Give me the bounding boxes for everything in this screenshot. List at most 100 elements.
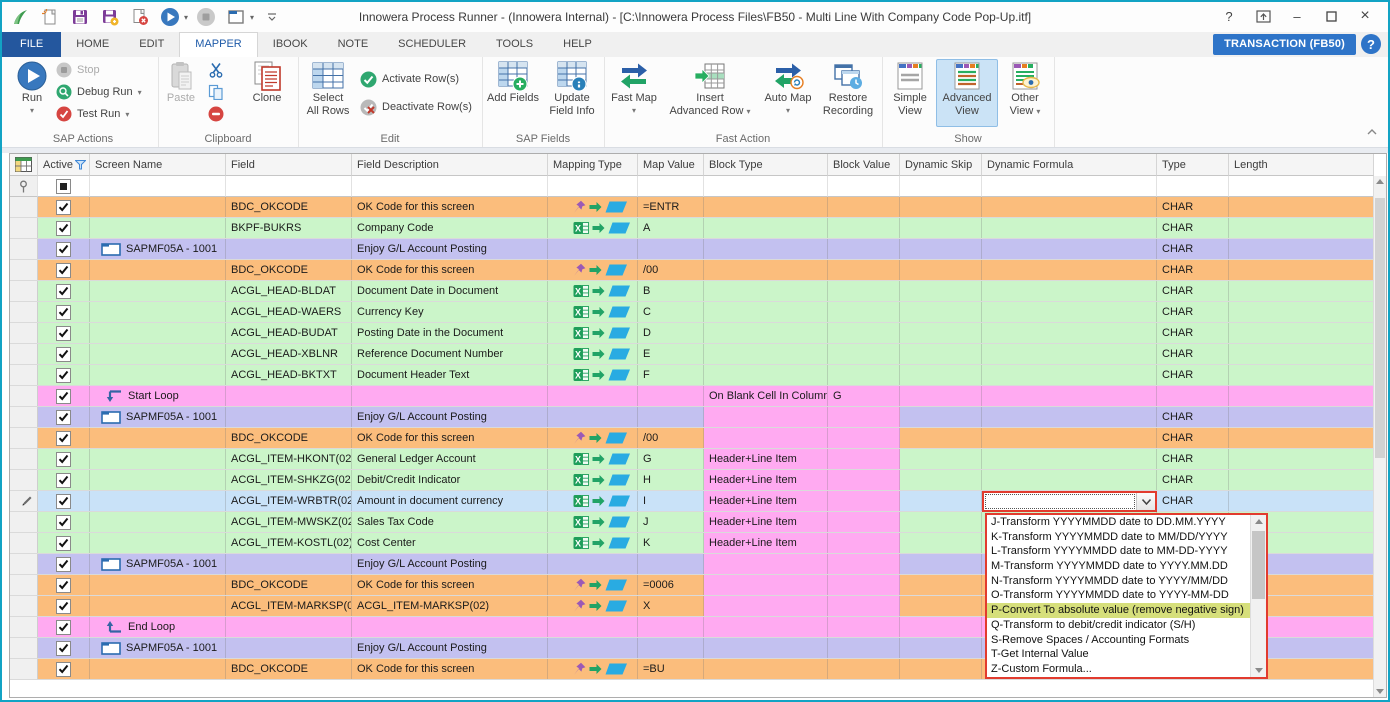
cell-value[interactable]: E bbox=[638, 344, 704, 364]
cell-desc[interactable]: OK Code for this screen bbox=[352, 428, 548, 448]
cell-active[interactable] bbox=[38, 323, 90, 343]
cell-screen[interactable] bbox=[90, 659, 226, 679]
cell-bval[interactable] bbox=[828, 218, 900, 238]
close-button[interactable]: × bbox=[1350, 4, 1380, 28]
cell-bval[interactable] bbox=[828, 344, 900, 364]
dropdown-scroll-down-icon[interactable] bbox=[1251, 663, 1266, 677]
cell-map[interactable]: X bbox=[548, 491, 638, 511]
cell-active[interactable] bbox=[38, 218, 90, 238]
active-checkbox[interactable] bbox=[56, 410, 71, 425]
cell-value[interactable]: D bbox=[638, 323, 704, 343]
cell-dskip[interactable] bbox=[900, 596, 982, 616]
cell-bval[interactable] bbox=[828, 281, 900, 301]
cell-len[interactable] bbox=[1229, 428, 1374, 448]
cell-screen[interactable] bbox=[90, 344, 226, 364]
cell-dform[interactable] bbox=[982, 407, 1157, 427]
cell-screen[interactable] bbox=[90, 260, 226, 280]
cell-ind[interactable] bbox=[10, 638, 38, 658]
formula-option[interactable]: L-Transform YYYYMMDD date to MM-DD-YYYY bbox=[987, 544, 1251, 559]
cell-dform[interactable] bbox=[982, 386, 1157, 406]
cell-dform[interactable] bbox=[982, 323, 1157, 343]
cell-screen[interactable] bbox=[90, 428, 226, 448]
cell-btype[interactable] bbox=[704, 302, 828, 322]
cell-screen[interactable]: SAPMF05A - 1001 bbox=[90, 239, 226, 259]
cell-ind[interactable] bbox=[10, 512, 38, 532]
filter-cell-map[interactable] bbox=[548, 176, 638, 197]
active-checkbox[interactable] bbox=[56, 431, 71, 446]
active-checkbox[interactable] bbox=[56, 242, 71, 257]
cell-ind[interactable] bbox=[10, 218, 38, 238]
cell-dskip[interactable] bbox=[900, 449, 982, 469]
cell-field[interactable]: ACGL_ITEM-WRBTR(02) bbox=[226, 491, 352, 511]
cell-dskip[interactable] bbox=[900, 533, 982, 553]
cell-dform[interactable] bbox=[982, 365, 1157, 385]
cell-map[interactable] bbox=[548, 617, 638, 637]
grid-row[interactable]: Start LoopOn Blank Cell In ColumnG bbox=[10, 386, 1386, 407]
cell-dform[interactable] bbox=[982, 449, 1157, 469]
grid-row[interactable]: BDC_OKCODEOK Code for this screen/00CHAR bbox=[10, 260, 1386, 281]
grid-row[interactable]: SAPMF05A - 1001Enjoy G/L Account Posting… bbox=[10, 407, 1386, 428]
grid-row[interactable]: BDC_OKCODEOK Code for this screen/00CHAR bbox=[10, 428, 1386, 449]
grid-row[interactable]: SAPMF05A - 1001Enjoy G/L Account Posting… bbox=[10, 239, 1386, 260]
active-checkbox[interactable] bbox=[56, 641, 71, 656]
active-checkbox[interactable] bbox=[56, 557, 71, 572]
cell-dskip[interactable] bbox=[900, 239, 982, 259]
cell-screen[interactable] bbox=[90, 323, 226, 343]
cell-bval[interactable] bbox=[828, 659, 900, 679]
advanced-view-button[interactable]: Advanced View bbox=[936, 59, 998, 127]
cell-screen[interactable] bbox=[90, 512, 226, 532]
active-checkbox[interactable] bbox=[56, 662, 71, 677]
cell-ind[interactable] bbox=[10, 344, 38, 364]
active-checkbox[interactable] bbox=[56, 473, 71, 488]
grid-row[interactable]: ACGL_HEAD-BUDATPosting Date in the Docum… bbox=[10, 323, 1386, 344]
dropdown-scrollbar[interactable] bbox=[1250, 515, 1266, 677]
tab-help[interactable]: HELP bbox=[548, 32, 607, 57]
cell-btype[interactable]: Header+Line Item bbox=[704, 470, 828, 490]
cell-active[interactable] bbox=[38, 260, 90, 280]
cell-active[interactable] bbox=[38, 491, 90, 511]
cell-map[interactable] bbox=[548, 386, 638, 406]
cell-active[interactable] bbox=[38, 386, 90, 406]
cell-ind[interactable] bbox=[10, 197, 38, 217]
filter-cell-dform[interactable] bbox=[982, 176, 1157, 197]
cell-map[interactable]: X bbox=[548, 323, 638, 343]
cell-dform[interactable] bbox=[982, 260, 1157, 280]
cell-type[interactable]: CHAR bbox=[1157, 365, 1229, 385]
formula-option[interactable]: O-Transform YYYYMMDD date to YYYY-MM-DD bbox=[987, 588, 1251, 603]
cell-desc[interactable]: Company Code bbox=[352, 218, 548, 238]
cell-screen[interactable] bbox=[90, 533, 226, 553]
cell-dskip[interactable] bbox=[900, 638, 982, 658]
cell-desc[interactable]: Enjoy G/L Account Posting bbox=[352, 554, 548, 574]
cell-ind[interactable] bbox=[10, 554, 38, 574]
grid-customize-icon[interactable] bbox=[10, 154, 38, 176]
cell-active[interactable] bbox=[38, 302, 90, 322]
cell-screen[interactable]: SAPMF05A - 1001 bbox=[90, 554, 226, 574]
cell-field[interactable] bbox=[226, 386, 352, 406]
cell-map[interactable]: X bbox=[548, 218, 638, 238]
cell-desc[interactable]: OK Code for this screen bbox=[352, 659, 548, 679]
active-checkbox[interactable] bbox=[56, 494, 71, 509]
cell-value[interactable]: /00 bbox=[638, 260, 704, 280]
filter-cell-value[interactable] bbox=[638, 176, 704, 197]
cell-type[interactable]: CHAR bbox=[1157, 407, 1229, 427]
col-header-dynamic-skip[interactable]: Dynamic Skip bbox=[900, 154, 982, 176]
cell-ind[interactable] bbox=[10, 302, 38, 322]
cell-ind[interactable] bbox=[10, 407, 38, 427]
active-checkbox[interactable] bbox=[56, 578, 71, 593]
cell-type[interactable] bbox=[1157, 386, 1229, 406]
cell-value[interactable] bbox=[638, 386, 704, 406]
cell-value[interactable]: I bbox=[638, 491, 704, 511]
run-quick-caret-icon[interactable]: ▾ bbox=[184, 13, 188, 22]
active-checkbox[interactable] bbox=[56, 347, 71, 362]
cell-screen[interactable]: End Loop bbox=[90, 617, 226, 637]
update-field-info-button[interactable]: Update Field Info bbox=[544, 60, 600, 118]
cell-bval[interactable] bbox=[828, 638, 900, 658]
cell-desc[interactable]: OK Code for this screen bbox=[352, 260, 548, 280]
cell-desc[interactable] bbox=[352, 386, 548, 406]
cell-desc[interactable]: General Ledger Account bbox=[352, 449, 548, 469]
cell-value[interactable] bbox=[638, 638, 704, 658]
cell-screen[interactable] bbox=[90, 470, 226, 490]
cell-type[interactable]: CHAR bbox=[1157, 260, 1229, 280]
cell-screen[interactable]: SAPMF05A - 1001 bbox=[90, 638, 226, 658]
cell-dskip[interactable] bbox=[900, 323, 982, 343]
